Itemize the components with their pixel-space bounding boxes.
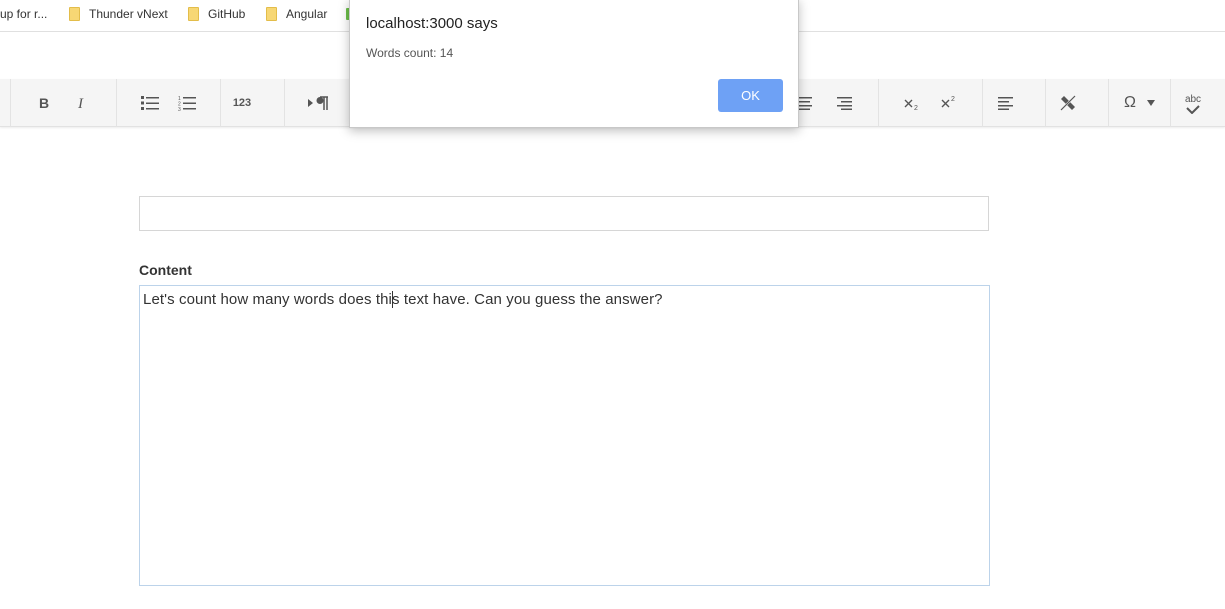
spellcheck-label: abc [1184, 93, 1202, 105]
bookmark-label: GitHub [208, 7, 246, 21]
bookmark-label: Angular [286, 7, 328, 21]
svg-text:2: 2 [951, 96, 955, 103]
ok-button[interactable]: OK [718, 79, 783, 112]
title-input[interactable] [139, 196, 989, 231]
omega-icon: Ω [1124, 94, 1136, 111]
align-right-button[interactable] [832, 91, 856, 115]
paragraph-direction-button[interactable] [304, 91, 332, 115]
clear-formatting-icon [1060, 95, 1076, 111]
bookmark-thunder-vnext[interactable]: Thunder vNext [69, 0, 168, 28]
spellcheck-button[interactable]: abc [1180, 92, 1206, 116]
chevron-down-icon [1146, 100, 1155, 106]
subscript-icon: 2 [904, 99, 918, 111]
number-format-label: 123 [232, 97, 252, 109]
toolbar-separator [284, 79, 285, 127]
svg-text:3: 3 [178, 107, 181, 112]
paragraph-format-button[interactable] [993, 91, 1017, 115]
toolbar-separator [1108, 79, 1109, 127]
alert-dialog: localhost:3000 says Words count: 14 OK [349, 0, 799, 128]
toolbar-separator [116, 79, 117, 127]
bookmark-angular[interactable]: Angular [266, 0, 327, 28]
toolbar-separator [1045, 79, 1046, 127]
align-left-icon [997, 96, 1013, 110]
numbered-list-button[interactable]: 1 2 3 [175, 91, 199, 115]
pilcrow-icon [308, 96, 328, 110]
bookmark-item[interactable]: up for r... [0, 0, 47, 28]
number-format-button[interactable]: 123 [230, 91, 254, 115]
svg-text:I: I [77, 96, 84, 110]
bold-button[interactable]: B [32, 91, 56, 115]
toolbar-separator [1170, 79, 1171, 127]
content-text-end: s text have. Can you guess the answer? [392, 291, 663, 308]
bookmark-github[interactable]: GitHub [188, 0, 245, 28]
checkmark-icon [1186, 104, 1200, 114]
dialog-message: Words count: 14 [366, 46, 454, 60]
content-editor[interactable]: Let's count how many words does this tex… [139, 285, 990, 586]
italic-icon: I [77, 96, 84, 110]
toolbar-separator [878, 79, 879, 127]
toolbar-separator [982, 79, 983, 127]
bold-icon: B [39, 96, 49, 110]
folder-icon [69, 7, 80, 21]
bookmark-label: Thunder vNext [89, 7, 168, 21]
bookmark-label: up for r... [0, 7, 48, 21]
superscript-button[interactable]: 2 [937, 91, 961, 115]
align-right-icon [836, 96, 852, 110]
numbered-list-icon: 1 2 3 [178, 96, 196, 112]
toolbar-separator [220, 79, 221, 127]
folder-icon [188, 7, 199, 21]
bulleted-list-icon [141, 96, 159, 110]
svg-text:2: 2 [914, 105, 918, 111]
dialog-title: localhost:3000 says [366, 15, 498, 32]
content-label: Content [139, 262, 192, 278]
bulleted-list-button[interactable] [138, 91, 162, 115]
special-characters-button[interactable]: Ω [1118, 91, 1162, 115]
content-text-start: Let's count how many words does thi [143, 291, 392, 308]
subscript-button[interactable]: 2 [900, 91, 924, 115]
superscript-icon: 2 [941, 96, 955, 108]
toolbar-separator [10, 79, 11, 127]
italic-button[interactable]: I [70, 91, 94, 115]
folder-icon [266, 7, 277, 21]
svg-text:B: B [39, 96, 49, 110]
remove-format-button[interactable] [1056, 91, 1080, 115]
